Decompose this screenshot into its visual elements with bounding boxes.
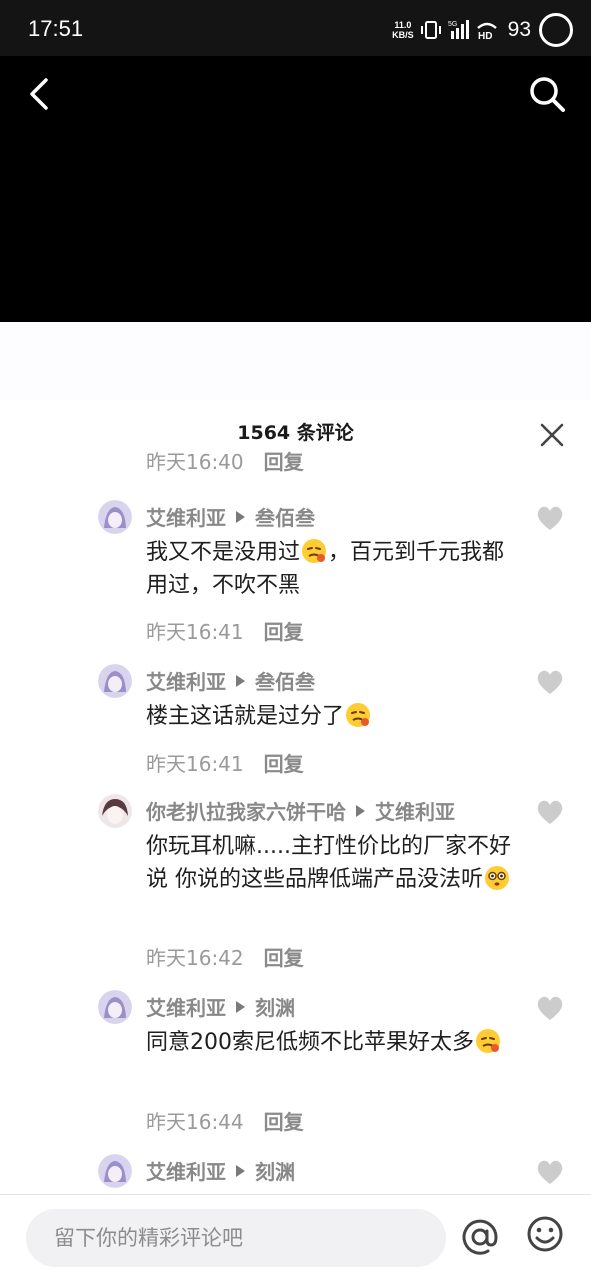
comment-header: 艾维利亚 刻渊 <box>146 992 295 1021</box>
comment-time: 昨天16:40 <box>146 450 244 474</box>
comment-meta: 昨天16:44 回复 <box>146 1106 304 1135</box>
like-heart-icon[interactable] <box>535 504 565 532</box>
comment-text: 你玩耳机嘛.....主打性价比的厂家不好说 你说的这些品牌低端产品没法听 <box>146 830 526 896</box>
comment-time: 昨天16:42 <box>146 946 244 970</box>
like-heart-icon[interactable] <box>535 798 565 826</box>
back-icon[interactable] <box>20 74 60 114</box>
reply-arrow-icon <box>356 804 365 817</box>
comments-sheet: 1564 条评论 昨天16:40 回复 艾维利亚 叁佰叁 我又不是没用过，百元到… <box>0 400 591 1280</box>
reply-arrow-icon <box>236 510 245 523</box>
reply-arrow-icon <box>236 674 245 687</box>
comment-text-part: 我又不是没用过 <box>146 540 301 565</box>
network-label: 5G <box>448 21 457 28</box>
comment-item: 艾维利亚 刻渊 <box>0 1152 591 1194</box>
svg-text:HD: HD <box>478 31 492 41</box>
comment-author[interactable]: 艾维利亚 <box>146 502 226 531</box>
comment-meta: 昨天16:41 回复 <box>146 748 304 777</box>
hd-call-icon: HD <box>476 22 497 41</box>
comment-meta: 昨天16:42 回复 <box>146 942 304 971</box>
comment-item: 你老扒拉我家六饼干哈 艾维利亚 你玩耳机嘛.....主打性价比的厂家不好说 你说… <box>0 792 591 988</box>
reply-arrow-icon <box>236 1000 245 1013</box>
video-area[interactable] <box>0 56 591 322</box>
comment-author[interactable]: 你老扒拉我家六饼干哈 <box>146 796 346 825</box>
avatar[interactable] <box>98 1154 132 1188</box>
reply-button[interactable]: 回复 <box>264 752 304 776</box>
avatar[interactable] <box>98 990 132 1024</box>
comment-author[interactable]: 艾维利亚 <box>146 1156 226 1185</box>
reply-arrow-icon <box>236 1164 245 1177</box>
comment-meta: 昨天16:40 回复 <box>146 448 304 475</box>
status-icons: 11.0 KB/S 5G HD 93 <box>392 12 573 48</box>
like-heart-icon[interactable] <box>535 668 565 696</box>
battery-level: 93 <box>507 18 531 41</box>
sheet-backdrop[interactable] <box>0 322 591 400</box>
comment-item: 昨天16:40 回复 <box>0 448 591 478</box>
battery-ring-icon <box>539 13 573 47</box>
comment-text-part: 楼主这话就是过分了 <box>146 704 345 729</box>
comment-header: 你老扒拉我家六饼干哈 艾维利亚 <box>146 796 455 825</box>
comment-input-bar: 留下你的精彩评论吧 <box>0 1194 591 1280</box>
avatar[interactable] <box>98 500 132 534</box>
avatar[interactable] <box>98 794 132 828</box>
comment-header: 艾维利亚 叁佰叁 <box>146 502 315 531</box>
net-speed: 11.0 KB/S <box>392 20 414 40</box>
net-speed-unit: KB/S <box>392 30 414 40</box>
comment-meta: 昨天16:41 回复 <box>146 616 304 645</box>
search-icon[interactable] <box>525 72 569 116</box>
flushed-emoji-icon <box>485 866 509 890</box>
reply-to-author[interactable]: 叁佰叁 <box>255 666 315 695</box>
comment-text: 楼主这话就是过分了 <box>146 700 526 733</box>
like-heart-icon[interactable] <box>535 994 565 1022</box>
reply-to-author[interactable]: 艾维利亚 <box>375 796 455 825</box>
comment-input[interactable]: 留下你的精彩评论吧 <box>26 1209 446 1267</box>
reply-button[interactable]: 回复 <box>264 620 304 644</box>
sneer-emoji-icon <box>346 703 371 727</box>
sneer-emoji-icon <box>476 1029 500 1053</box>
vibrate-icon <box>420 21 441 39</box>
comment-text-part: 你玩耳机嘛.....主打性价比的厂家不好说 你说的这些品牌低端产品没法听 <box>146 834 511 892</box>
close-icon[interactable] <box>539 422 565 448</box>
comment-header: 艾维利亚 叁佰叁 <box>146 666 315 695</box>
comments-count-title: 1564 条评论 <box>237 422 354 444</box>
reply-to-author[interactable]: 刻渊 <box>255 1156 295 1185</box>
status-bar: 17:51 11.0 KB/S 5G HD 93 <box>0 0 591 56</box>
comment-author[interactable]: 艾维利亚 <box>146 666 226 695</box>
reply-button[interactable]: 回复 <box>264 450 304 474</box>
sneer-emoji-icon <box>302 539 327 563</box>
comment-time: 昨天16:41 <box>146 620 244 644</box>
like-heart-icon[interactable] <box>535 1158 565 1186</box>
comment-list[interactable]: 昨天16:40 回复 艾维利亚 叁佰叁 我又不是没用过 ，百元到千元我都用过，不吹不… <box>0 448 591 1194</box>
reply-button[interactable]: 回复 <box>264 946 304 970</box>
comment-time: 昨天16:41 <box>146 752 244 776</box>
reply-to-author[interactable]: 叁佰叁 <box>255 502 315 531</box>
comment-header: 艾维利亚 刻渊 <box>146 1156 295 1185</box>
comment-item: 艾维利亚 叁佰叁 我又不是没用过 ，百元到千元我都用过，不吹不黑 昨天16:41 回… <box>0 498 591 658</box>
at-mention-icon[interactable] <box>460 1217 500 1257</box>
comment-text: 同意200索尼低频不比苹果好太多 <box>146 1026 526 1059</box>
net-speed-value: 11.0 <box>394 20 412 30</box>
comment-author[interactable]: 艾维利亚 <box>146 992 226 1021</box>
comment-text: 我又不是没用过 ，百元到千元我都用过，不吹不黑 <box>146 536 526 602</box>
comment-text-part: 同意200索尼低频不比苹果好太多 <box>146 1030 474 1055</box>
avatar[interactable] <box>98 664 132 698</box>
smiley-icon[interactable] <box>526 1215 564 1253</box>
reply-button[interactable]: 回复 <box>264 1110 304 1134</box>
signal-icon: 5G <box>448 20 469 39</box>
status-time: 17:51 <box>28 16 84 41</box>
comment-time: 昨天16:44 <box>146 1110 244 1134</box>
comment-item: 艾维利亚 叁佰叁 楼主这话就是过分了 昨天16:41 回复 <box>0 662 591 792</box>
reply-to-author[interactable]: 刻渊 <box>255 992 295 1021</box>
comment-item: 艾维利亚 刻渊 同意200索尼低频不比苹果好太多 昨天16:44 回复 <box>0 988 591 1152</box>
